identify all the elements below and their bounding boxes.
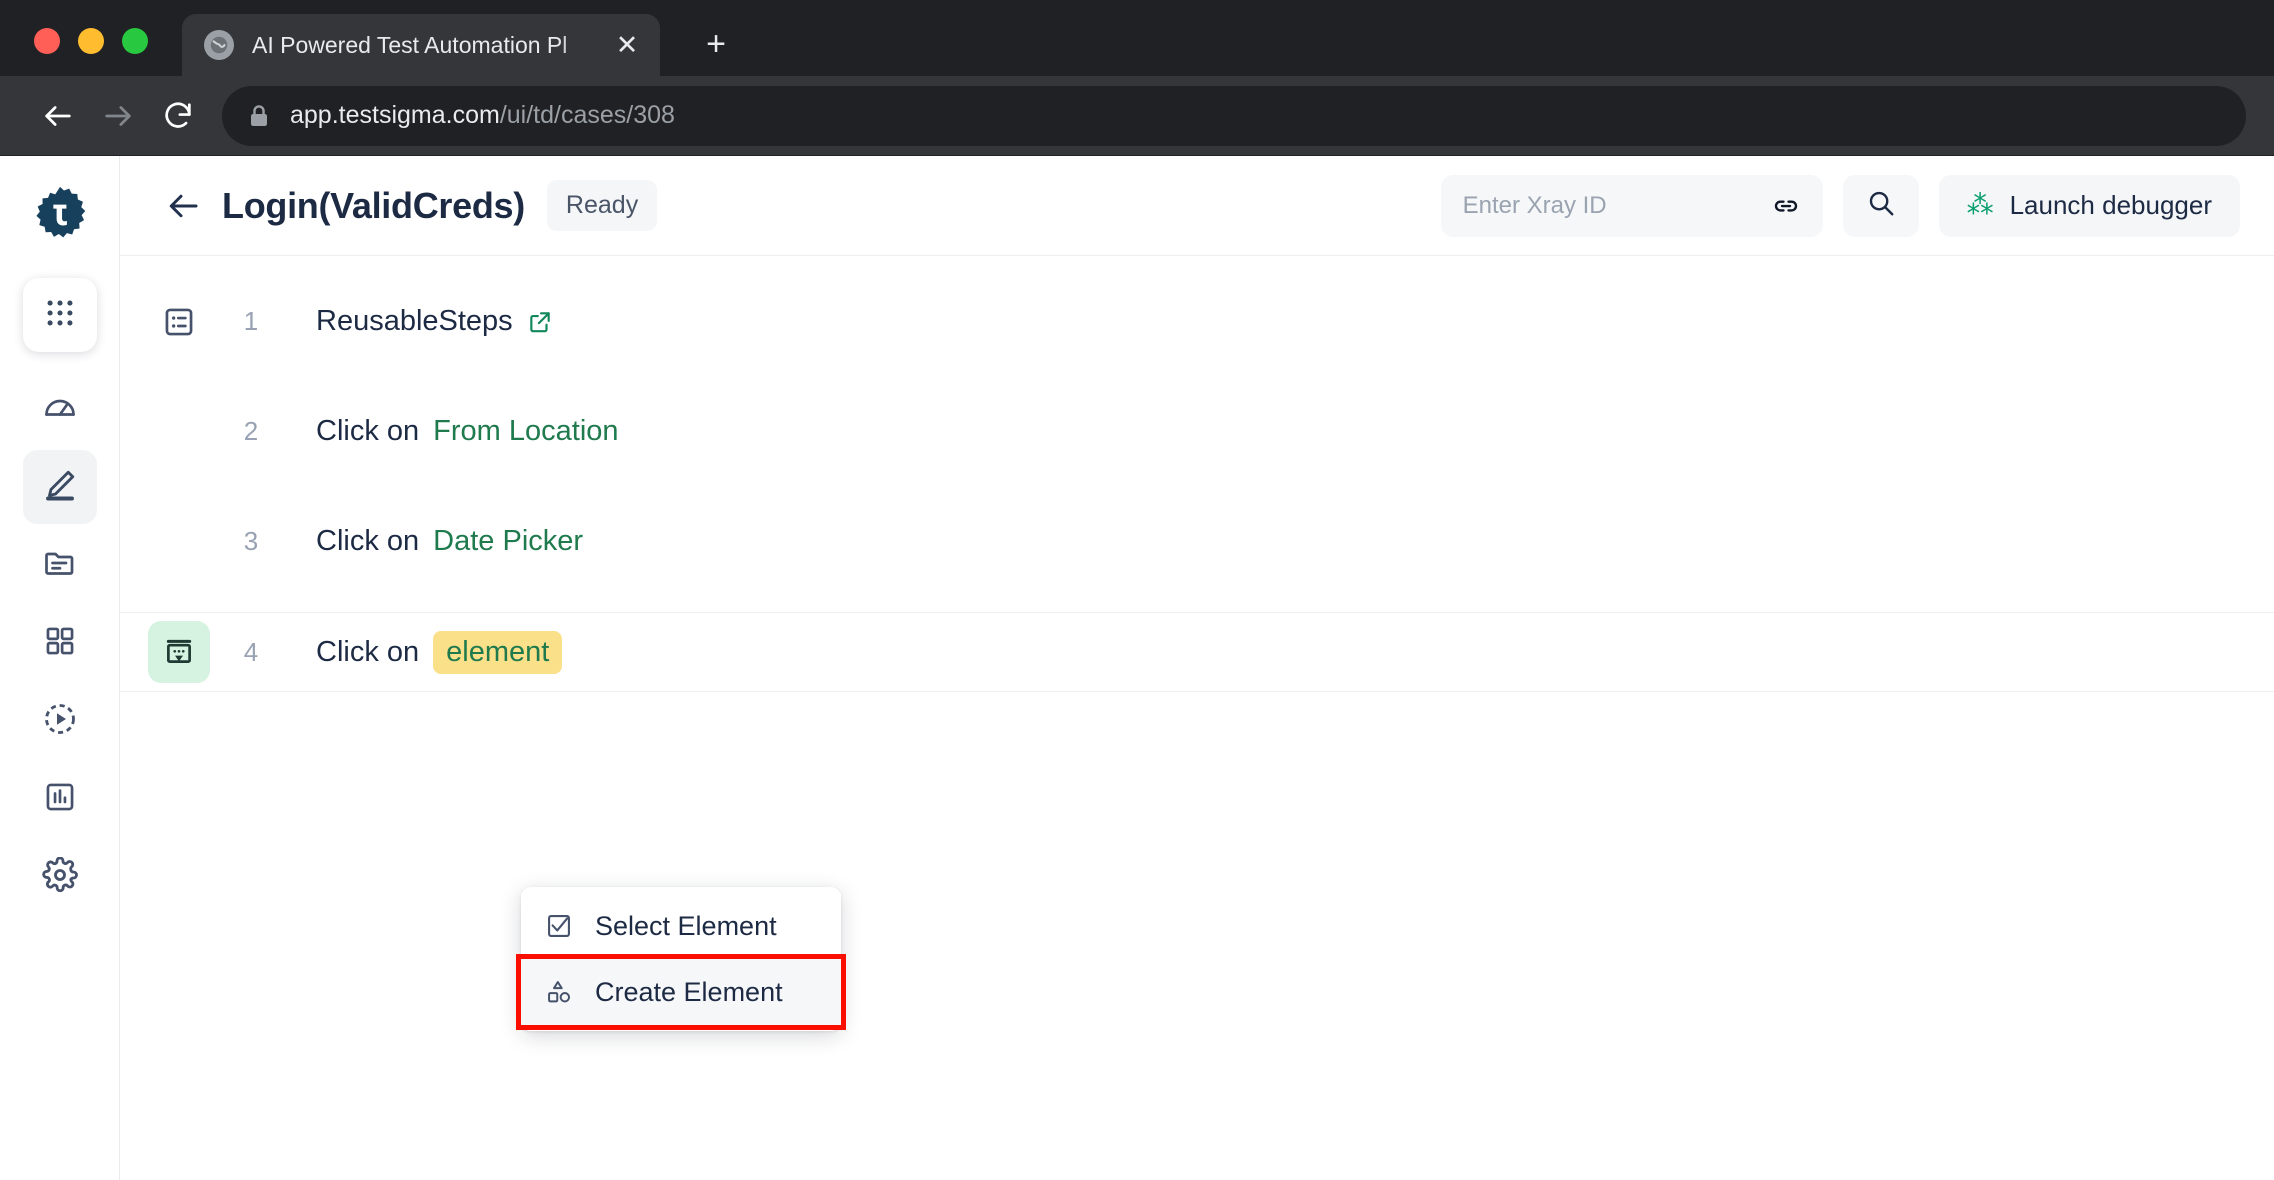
launch-debugger-button[interactable]: ⁂ Launch debugger: [1938, 174, 2240, 237]
forward-icon[interactable]: [88, 86, 148, 146]
reusable-steps-icon: [162, 305, 196, 339]
step-text: Click on Date Picker: [316, 525, 583, 558]
back-icon[interactable]: [28, 86, 88, 146]
application-body: Login(ValidCreds) Ready Enter Xray ID ⁂ …: [0, 156, 2274, 1180]
grid-squares-icon: [43, 624, 77, 663]
select-dropdown-icon[interactable]: [148, 621, 210, 683]
browser-window: AI Powered Test Automation Pl ✕ + app.te…: [0, 0, 2274, 1180]
table-row[interactable]: 4 Click on element: [120, 612, 2274, 692]
play-circle-icon: [42, 701, 78, 742]
url-domain: app.testsigma.com: [290, 101, 500, 129]
gear-settings-icon: [41, 856, 78, 898]
step-label: ReusableSteps: [316, 305, 513, 337]
step-text: ReusableSteps: [316, 305, 553, 338]
external-link-icon[interactable]: [527, 309, 553, 335]
step-number: 3: [243, 526, 259, 556]
launch-debugger-label: Launch debugger: [2009, 190, 2212, 220]
step-action: Click on: [316, 525, 420, 557]
bug-icon: ⁂: [1966, 190, 1994, 220]
sidebar-item-test-development[interactable]: [22, 450, 97, 524]
pencil-edit-icon: [42, 467, 78, 508]
menu-item-select-element[interactable]: Select Element: [521, 893, 841, 959]
shapes-icon: [545, 978, 573, 1006]
step-text: Click on element: [316, 630, 563, 674]
sidebar-item-elements[interactable]: [23, 606, 97, 680]
step-element[interactable]: From Location: [433, 415, 618, 448]
dashboard-gauge-icon: [42, 389, 78, 430]
window-controls: [34, 28, 148, 54]
new-tab-button[interactable]: +: [694, 22, 738, 66]
element-context-menu: Select Element Create Element: [516, 887, 846, 1031]
bar-chart-icon: [43, 780, 77, 819]
browser-tab-bar: AI Powered Test Automation Pl ✕ +: [0, 0, 2274, 76]
tab-title: AI Powered Test Automation Pl: [252, 31, 568, 58]
sidebar-item-test-data[interactable]: [23, 528, 97, 602]
globe-icon: [204, 30, 234, 60]
reload-icon[interactable]: [148, 86, 208, 146]
back-button[interactable]: [158, 180, 210, 232]
step-action: Click on: [316, 635, 420, 668]
test-steps-list: 1 ReusableSteps 2 Click on From Location…: [120, 256, 2274, 1180]
link-icon[interactable]: [1771, 191, 1801, 221]
step-icon-slot: [134, 621, 224, 683]
url-text: app.testsigma.com/ui/td/cases/308: [290, 101, 675, 130]
xray-id-field[interactable]: [1440, 174, 1823, 237]
menu-item-label: Create Element: [595, 976, 783, 1007]
browser-tab[interactable]: AI Powered Test Automation Pl ✕: [182, 14, 660, 76]
apps-grid-icon: [43, 296, 77, 335]
address-bar[interactable]: app.testsigma.com/ui/td/cases/308: [222, 85, 2246, 146]
checkbox-checked-icon: [545, 912, 573, 940]
menu-item-label: Select Element: [595, 910, 777, 941]
window-close-button[interactable]: [34, 28, 60, 54]
table-row[interactable]: 1 ReusableSteps: [120, 282, 2274, 362]
main-content: Login(ValidCreds) Ready Enter Xray ID ⁂ …: [120, 156, 2274, 1180]
step-number: 4: [243, 636, 259, 667]
step-text: Click on From Location: [316, 415, 619, 448]
sidebar-item-reports[interactable]: [23, 762, 97, 836]
testsigma-logo[interactable]: [28, 182, 92, 246]
page-title: Login(ValidCreds): [222, 184, 525, 226]
url-path: /ui/td/cases/308: [499, 101, 675, 129]
sidebar-item-run[interactable]: [23, 684, 97, 758]
step-element[interactable]: Date Picker: [433, 525, 583, 558]
lock-icon: [248, 104, 270, 128]
xray-id-input[interactable]: [1462, 191, 1771, 220]
step-icon-slot: [134, 305, 224, 339]
sidebar-item-apps[interactable]: [22, 278, 97, 352]
search-button[interactable]: [1842, 174, 1919, 237]
browser-toolbar: app.testsigma.com/ui/td/cases/308: [0, 76, 2274, 156]
sidebar-item-settings[interactable]: [23, 840, 97, 914]
step-number: 1: [243, 306, 259, 336]
page-header: Login(ValidCreds) Ready Enter Xray ID ⁂ …: [120, 156, 2274, 256]
menu-item-create-element[interactable]: Create Element: [516, 954, 846, 1030]
window-maximize-button[interactable]: [122, 28, 148, 54]
table-row[interactable]: 2 Click on From Location: [120, 392, 2274, 472]
left-sidebar: [0, 156, 120, 1180]
window-minimize-button[interactable]: [78, 28, 104, 54]
step-number: 2: [243, 416, 259, 446]
step-action: Click on: [316, 415, 420, 447]
table-row[interactable]: 3 Click on Date Picker: [120, 502, 2274, 582]
search-icon: [1866, 188, 1896, 223]
sidebar-item-dashboard[interactable]: [23, 372, 97, 446]
folder-icon: [42, 545, 78, 586]
close-icon[interactable]: ✕: [608, 26, 646, 64]
status-badge: Ready: [546, 180, 658, 231]
step-element-chip[interactable]: element: [433, 630, 563, 674]
